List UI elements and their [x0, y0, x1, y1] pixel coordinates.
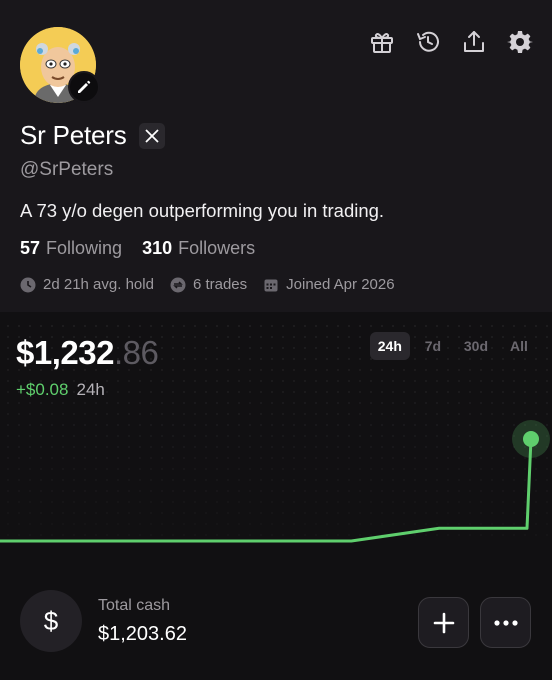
- pencil-icon: [78, 80, 91, 93]
- joined-stat: Joined Apr 2026: [263, 276, 395, 293]
- range-all[interactable]: All: [502, 332, 536, 360]
- range-30d[interactable]: 30d: [456, 332, 496, 360]
- balance-change: +$0.08: [16, 380, 69, 399]
- following-count: 57: [20, 238, 41, 258]
- chart-series-line: [0, 438, 533, 543]
- x-logo-icon[interactable]: [138, 122, 165, 149]
- following-label: Following: [46, 238, 123, 258]
- total-cash-label: Total cash: [98, 597, 171, 614]
- more-options-button[interactable]: [480, 597, 531, 648]
- profile-section: Sr Peters @SrPeters A 73 y/o degen outpe…: [0, 0, 552, 312]
- dollar-icon: $: [20, 590, 82, 652]
- total-cash-value: $1,203.62: [98, 623, 187, 645]
- joined-text: Joined Apr 2026: [286, 276, 395, 293]
- swap-icon: [170, 277, 186, 292]
- range-24h[interactable]: 24h: [369, 332, 410, 360]
- clock-icon: [20, 277, 36, 292]
- name-row: Sr Peters: [20, 120, 165, 151]
- portfolio-balance: $1,232.86: [16, 334, 159, 372]
- more-icon: [493, 619, 518, 626]
- avg-hold-stat: 2d 21h avg. hold: [20, 276, 154, 293]
- follow-stats: 57 Following 310 Followers: [20, 238, 255, 259]
- plus-icon: [433, 612, 454, 633]
- trades-text: 6 trades: [192, 276, 248, 293]
- add-funds-button[interactable]: [418, 597, 469, 648]
- profile-name: Sr Peters: [20, 120, 127, 150]
- edit-avatar-button[interactable]: [68, 71, 100, 103]
- followers-link[interactable]: 310 Followers: [142, 238, 255, 259]
- history-icon[interactable]: [414, 28, 442, 56]
- change-row: +$0.08 24h: [16, 380, 105, 400]
- portfolio-chart-section: $1,232.86 +$0.08 24h 24h 7d 30d All: [0, 312, 552, 576]
- avatar-container[interactable]: [20, 27, 100, 105]
- trading-stats: 2d 21h avg. hold 6 trades Joined Apr 202…: [20, 276, 395, 293]
- cash-footer: $ Total cash $1,203.62: [0, 576, 552, 680]
- share-icon[interactable]: [460, 28, 488, 56]
- calendar-icon: [264, 279, 278, 291]
- balance-main: $1,232: [16, 334, 114, 371]
- trades-stat: 6 trades: [170, 276, 247, 293]
- followers-label: Followers: [178, 238, 256, 258]
- header-actions: [368, 28, 534, 56]
- profile-bio: A 73 y/o degen outperforming you in trad…: [20, 200, 385, 221]
- range-7d[interactable]: 7d: [416, 332, 450, 360]
- profile-handle: @SrPeters: [20, 159, 114, 180]
- balance-decimals: .86: [113, 334, 159, 371]
- gift-icon[interactable]: [368, 28, 396, 56]
- change-period: 24h: [76, 380, 105, 399]
- followers-count: 310: [142, 238, 173, 258]
- chart-endpoint-dot: [523, 431, 539, 447]
- range-selector: 24h 7d 30d All: [369, 332, 536, 360]
- following-link[interactable]: 57 Following: [20, 238, 122, 259]
- settings-icon[interactable]: [506, 28, 534, 56]
- avg-hold-text: 2d 21h avg. hold: [43, 276, 154, 293]
